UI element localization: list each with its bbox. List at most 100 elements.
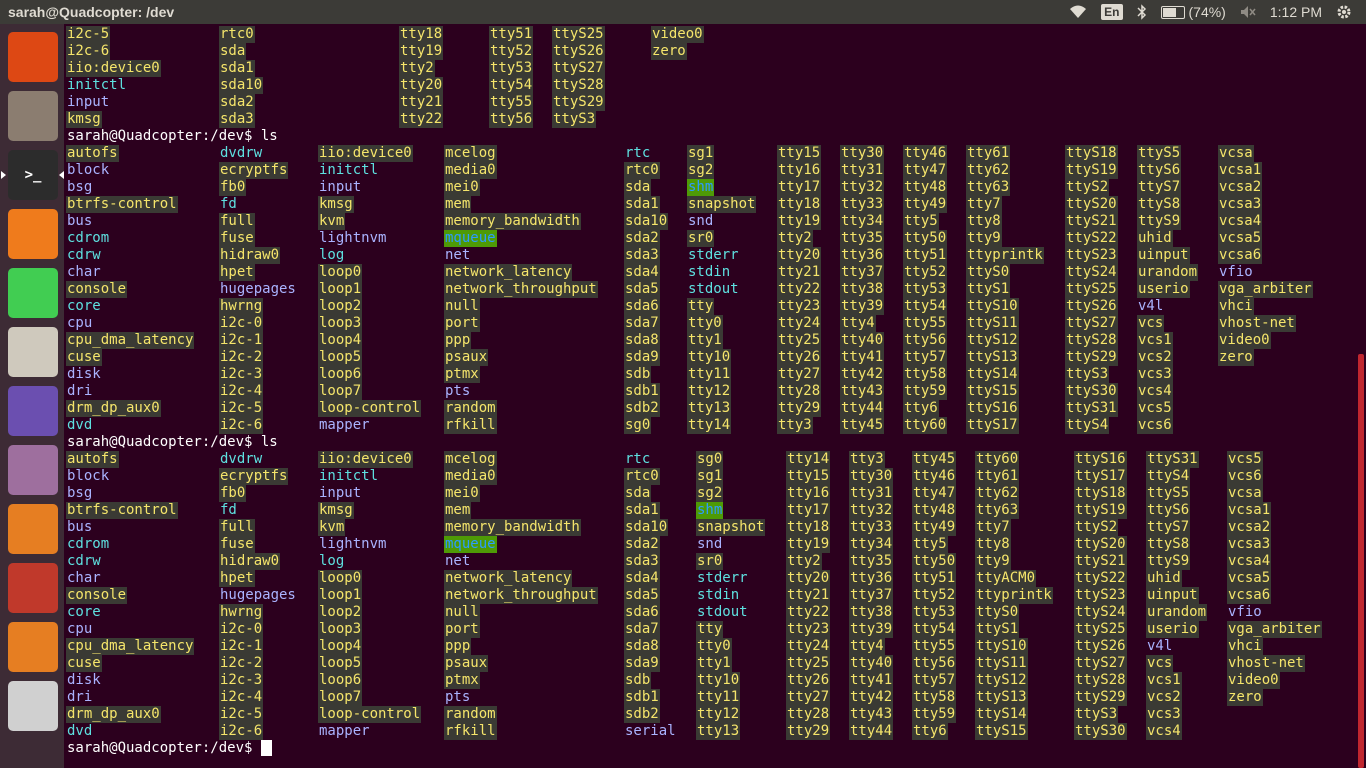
file-entry: hwrng (219, 604, 264, 621)
terminal-icon[interactable]: >_ (1, 150, 64, 200)
file-entry: ttyS19 (1074, 502, 1127, 519)
file-entry: video0 (1227, 672, 1280, 689)
file-entry: vcsa5 (1227, 570, 1272, 587)
file-entry: tty20 (786, 570, 831, 587)
keyboard-layout-indicator[interactable]: En (1101, 4, 1123, 20)
file-entry: ttyS14 (966, 366, 1019, 383)
battery-percentage: (74%) (1188, 4, 1226, 20)
file-entry: mqueue (444, 536, 497, 553)
file-entry: autofs (66, 451, 119, 468)
file-entry: net (445, 553, 471, 569)
gear-icon[interactable] (1336, 4, 1352, 20)
file-entry: tty59 (903, 383, 948, 400)
file-entry: tty3 (849, 451, 885, 468)
file-entry: hugepages (220, 281, 296, 297)
file-entry: vcsa4 (1218, 213, 1263, 230)
bluetooth-icon[interactable] (1136, 4, 1147, 20)
file-entry: ttyS3 (1074, 706, 1119, 723)
remote-desktop-icon[interactable] (8, 445, 58, 495)
file-entry: ttyS30 (1065, 383, 1118, 400)
file-entry: ttyS29 (1065, 349, 1118, 366)
file-entry: stderr (688, 247, 739, 263)
file-entry: tty24 (777, 315, 822, 332)
terminal-output[interactable]: i2c-5 rtc0 tty18 tty51 ttyS25 video0 i2c-6 sda t… (64, 24, 1356, 768)
file-entry: tty8 (966, 213, 1002, 230)
file-entry: urandom (1137, 264, 1199, 281)
file-entry: sda8 (624, 332, 660, 349)
file-entry: null (444, 604, 480, 621)
qgroundcontrol-icon[interactable] (8, 386, 58, 436)
clock[interactable]: 1:12 PM (1270, 4, 1322, 20)
file-entry: tty48 (912, 502, 957, 519)
file-entry: tty22 (399, 111, 444, 128)
file-entry: tty53 (903, 281, 948, 298)
file-entry: sda7 (624, 315, 660, 332)
file-entry: tty17 (777, 179, 822, 196)
file-entry: vfio (1219, 264, 1253, 280)
ubuntu-dash-icon[interactable] (8, 32, 58, 82)
battery-indicator[interactable]: (74%) (1160, 4, 1226, 20)
file-entry: loop0 (318, 264, 363, 281)
file-entry: ttyS13 (975, 689, 1028, 706)
file-entry: tty4 (840, 315, 876, 332)
file-entry: tty61 (966, 145, 1011, 162)
file-entry: sda2 (219, 94, 255, 111)
file-entry: tty18 (786, 519, 831, 536)
wifi-icon[interactable] (1069, 5, 1087, 19)
file-entry: zero (651, 43, 687, 60)
file-entry: tty58 (903, 366, 948, 383)
file-entry: tty18 (399, 26, 444, 43)
trash-icon[interactable] (8, 681, 58, 731)
file-entry: mapper (319, 723, 370, 739)
file-entry: ttyS9 (1137, 213, 1182, 230)
file-entry: tty46 (912, 468, 957, 485)
file-entry: tty21 (399, 94, 444, 111)
file-entry: tty2 (399, 60, 435, 77)
file-entry: i2c-1 (219, 638, 264, 655)
file-entry: full (219, 213, 255, 230)
file-entry: tty51 (903, 247, 948, 264)
file-entry: ttyS25 (1074, 621, 1127, 638)
file-entry: ttyS27 (1074, 655, 1127, 672)
file-entry: mcelog (444, 145, 497, 162)
file-entry: lightnvm (319, 230, 387, 246)
file-entry: ttyS1 (975, 621, 1020, 638)
file-entry: hwrng (219, 298, 264, 315)
file-entry: ttyS16 (1074, 451, 1127, 468)
file-entry: ttyS6 (1137, 162, 1182, 179)
virtualbox-icon[interactable] (8, 504, 58, 554)
file-entry: i2c-1 (219, 332, 264, 349)
volume-muted-icon[interactable] (1240, 5, 1256, 19)
terminal-scrollbar[interactable] (1356, 24, 1366, 768)
file-entry: vcs5 (1227, 451, 1263, 468)
file-entry: char (67, 570, 101, 586)
system-settings-icon[interactable] (8, 563, 58, 613)
file-entry: pts (445, 383, 471, 399)
file-entry: ttyS25 (552, 26, 605, 43)
file-entry: ttyS3 (552, 111, 597, 128)
file-entry: loop4 (318, 332, 363, 349)
file-entry: vcsa (1218, 145, 1254, 162)
firefox-icon[interactable] (8, 209, 58, 259)
file-entry: log (319, 247, 345, 263)
file-entry: kmsg (318, 502, 354, 519)
qt-creator-icon[interactable] (8, 268, 58, 318)
file-entry: cpu (67, 315, 93, 331)
file-entry: tty27 (777, 366, 822, 383)
file-entry: tty4 (849, 638, 885, 655)
file-entry: tty49 (903, 196, 948, 213)
libreoffice-impress-icon[interactable] (8, 622, 58, 672)
text-editor-icon[interactable] (8, 327, 58, 377)
file-entry: tty51 (912, 570, 957, 587)
file-entry: ttyS12 (975, 672, 1028, 689)
file-entry: vcsa1 (1227, 502, 1272, 519)
file-entry: sg0 (696, 451, 724, 468)
file-entry: ttyS2 (1074, 519, 1119, 536)
files-icon[interactable] (8, 91, 58, 141)
file-entry: network_latency (444, 264, 573, 281)
file-entry: random (444, 400, 497, 417)
file-entry: ttyS19 (1065, 162, 1118, 179)
scrollbar-thumb[interactable] (1358, 354, 1364, 768)
file-entry: tty47 (912, 485, 957, 502)
file-entry: bus (67, 519, 93, 535)
